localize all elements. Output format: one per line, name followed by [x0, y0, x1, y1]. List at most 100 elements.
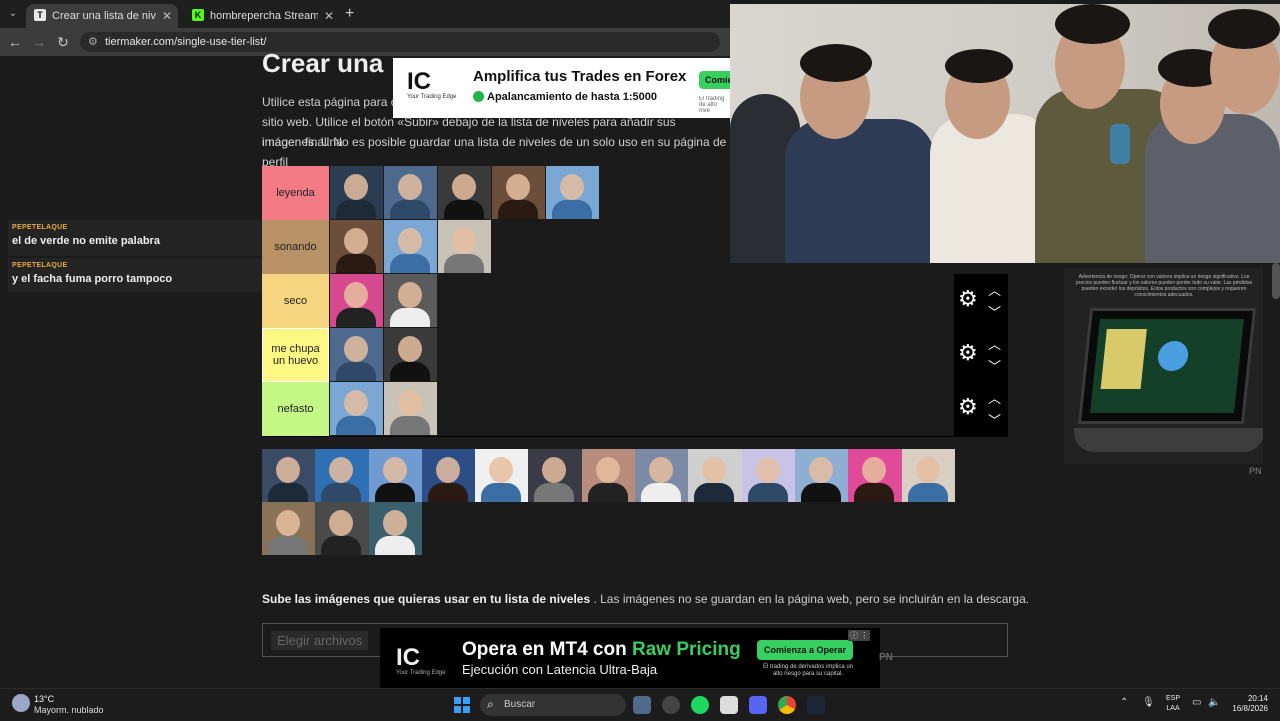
chrome-icon[interactable] [778, 696, 796, 714]
pool-item-image[interactable] [368, 449, 422, 502]
close-icon[interactable]: ✕ [162, 4, 172, 28]
language-indicator[interactable]: ESP LAA [1166, 694, 1180, 714]
gear-icon[interactable]: ⚙ [958, 340, 978, 366]
obs-app-icon[interactable] [662, 696, 680, 714]
tier-item-image[interactable] [330, 274, 383, 327]
tier-items [330, 328, 438, 382]
taskbar-search[interactable]: ⌕ Buscar [480, 694, 626, 716]
tab-title: Crear una lista de niveles de un solo us… [52, 10, 156, 22]
choose-files-button[interactable]: Elegir archivos [271, 631, 369, 650]
tier-item-image[interactable] [384, 220, 437, 273]
weather-temperature[interactable]: 13°C [34, 694, 54, 704]
tier-item-image[interactable] [492, 166, 545, 219]
tier-item-image[interactable] [546, 166, 599, 219]
chevron-up-icon[interactable]: ︿ [988, 388, 1001, 407]
steam-icon[interactable] [807, 696, 825, 714]
tier-label[interactable]: nefasto [262, 382, 329, 436]
capcut-icon[interactable] [720, 696, 738, 714]
ad-disclaimer: El trading de alto nive [699, 96, 725, 114]
tier-item-image[interactable] [330, 382, 383, 435]
pool-item-image[interactable] [794, 449, 849, 502]
tier-label[interactable]: leyenda [262, 166, 329, 220]
ad-subline-value: 1:5000 [622, 91, 657, 103]
tier-item-image[interactable] [384, 382, 437, 435]
pool-item-image[interactable] [581, 449, 636, 502]
ad-tag: PN [879, 652, 893, 663]
person-hair [1055, 4, 1130, 44]
site-info-icon[interactable]: ⚙ [88, 35, 98, 48]
pool-item-image[interactable] [315, 449, 369, 502]
pool-item-image[interactable] [848, 449, 902, 502]
ad-subline: Apalancamiento de hasta 1:5000 [473, 91, 657, 103]
chat-message: PEPETELAQUE y el facha fuma porro tampoc… [8, 258, 262, 292]
ad-cta-button[interactable]: Comienza a Operar [757, 640, 853, 660]
gear-icon[interactable]: ⚙ [958, 286, 978, 312]
settings-app-icon[interactable] [633, 696, 651, 714]
adchoices-icon[interactable]: ⓘ ⋮ [848, 630, 871, 641]
tier-item-image[interactable] [330, 328, 383, 381]
volume-icon[interactable]: 🔈 [1208, 697, 1220, 708]
windows-start-icon[interactable] [454, 697, 470, 713]
reload-button[interactable]: ↻ [54, 33, 72, 51]
tier-item-image[interactable] [330, 166, 383, 219]
tier-items [330, 220, 492, 274]
tier-controls: ⚙ ︿ ﹀ [954, 328, 1008, 382]
search-placeholder: Buscar [504, 699, 536, 710]
ad-logo-tagline: Your Trading Edge [396, 670, 446, 676]
pool-item-image[interactable] [635, 449, 689, 502]
microphone-icon[interactable]: 🎙 [1142, 697, 1155, 708]
ad-headline: Amplifica tus Trades en Forex [473, 68, 687, 85]
search-icon: ⌕ [487, 697, 494, 711]
forward-button[interactable]: → [30, 33, 48, 51]
chevron-down-icon[interactable]: ﹀ [988, 302, 1001, 321]
tier-row: me chupa un huevo ⚙ ︿ ﹀ [262, 328, 1008, 383]
tier-items [330, 382, 438, 436]
pool-item-image[interactable] [901, 449, 955, 502]
chevron-down-icon[interactable]: ﹀ [988, 410, 1001, 429]
tier-item-image[interactable] [438, 220, 491, 273]
weather-description[interactable]: Mayorm. nublado [34, 705, 104, 715]
bottom-ad-banner[interactable]: IC Your Trading Edge Opera en MT4 con Ra… [380, 628, 880, 688]
tier-item-image[interactable] [384, 166, 437, 219]
side-ad-banner[interactable]: Advertencia de riesgo: Operar con valore… [1064, 268, 1263, 464]
spotify-icon[interactable] [691, 696, 709, 714]
chevron-up-icon[interactable]: ⌃ [1120, 697, 1128, 708]
ic-logo: IC [407, 68, 431, 95]
tab-kick-stream[interactable]: K hombrepercha Stream - Watch ✕ [184, 4, 340, 28]
pool-item-image[interactable] [688, 449, 742, 502]
tab-search-button[interactable]: ⌄ [4, 5, 22, 23]
person-hair [1208, 9, 1280, 49]
discord-icon[interactable] [749, 696, 767, 714]
pool-item-image[interactable] [421, 449, 476, 502]
pool-item-image[interactable] [475, 449, 529, 502]
ad-logo-tagline: Your Trading Edge [407, 94, 457, 100]
taskbar-clock[interactable]: 20:14 16/8/2026 [1228, 694, 1268, 714]
address-bar[interactable]: ⚙ tiermaker.com/single-use-tier-list/ [80, 32, 720, 52]
network-icon[interactable]: ▭ [1192, 697, 1201, 708]
top-ad-banner[interactable]: IC Your Trading Edge Amplifica tus Trade… [393, 58, 745, 118]
chevron-up-icon[interactable]: ︿ [988, 334, 1001, 353]
pool-item-image[interactable] [741, 449, 795, 502]
tier-item-image[interactable] [384, 328, 437, 381]
tier-item-image[interactable] [438, 166, 491, 219]
pool-item-image[interactable] [368, 502, 422, 555]
tier-label[interactable]: seco [262, 274, 329, 328]
new-tab-button[interactable]: + [345, 4, 354, 24]
chevron-up-icon[interactable]: ︿ [988, 280, 1001, 299]
gear-icon[interactable]: ⚙ [958, 394, 978, 420]
pool-item-image[interactable] [528, 449, 582, 502]
tier-label[interactable]: sonando [262, 220, 329, 274]
pool-item-image[interactable] [262, 502, 316, 555]
ic-logo: IC [396, 644, 420, 671]
tier-item-image[interactable] [330, 220, 383, 273]
close-icon[interactable]: ✕ [324, 4, 334, 28]
page-scrollbar[interactable] [1272, 263, 1280, 299]
tab-tiermaker[interactable]: T Crear una lista de niveles de un solo … [26, 4, 178, 28]
pool-item-image[interactable] [315, 502, 369, 555]
pool-item-image[interactable] [262, 449, 316, 502]
tier-label[interactable]: me chupa un huevo [262, 328, 329, 382]
weather-cloud-icon[interactable] [12, 694, 30, 712]
chevron-down-icon[interactable]: ﹀ [988, 356, 1001, 375]
back-button[interactable]: ← [6, 33, 24, 51]
tier-item-image[interactable] [384, 274, 437, 327]
